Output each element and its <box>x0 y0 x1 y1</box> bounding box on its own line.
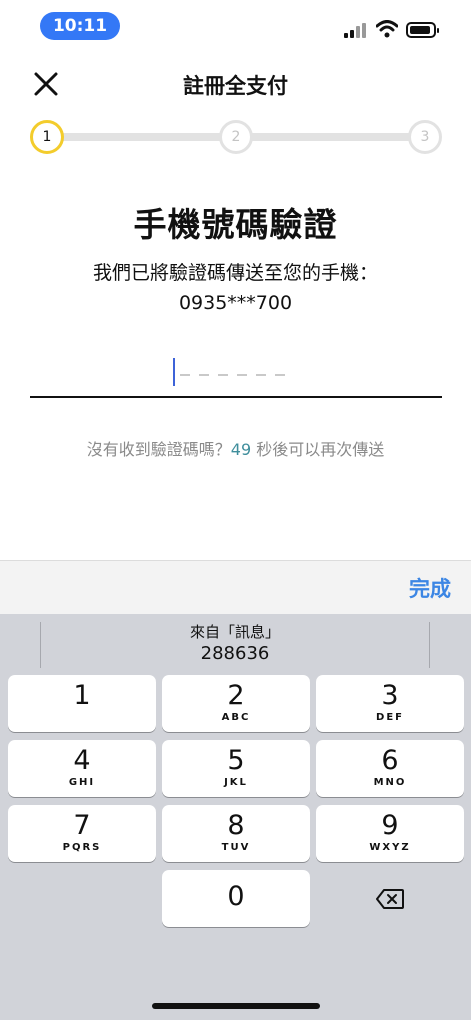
delete-key[interactable] <box>316 870 464 927</box>
header: 註冊全支付 <box>0 60 471 104</box>
step-2: 2 <box>219 120 253 154</box>
suggestion-source: 來自「訊息」 <box>189 623 280 641</box>
resend-suffix: 秒後可以再次傳送 <box>251 440 385 459</box>
keyboard-toolbar: 完成 <box>0 560 471 614</box>
key-digit: 8 <box>227 810 245 841</box>
status-bar: 10:11 <box>0 0 471 54</box>
key-letters: MNO <box>373 777 407 788</box>
step-3: 3 <box>408 120 442 154</box>
numeric-keyboard: 來自「訊息」 288636 1 2 ABC 3 DEF 4 GHI 5 JKL … <box>0 614 471 1020</box>
key-letters: GHI <box>68 777 96 788</box>
key-9[interactable]: 9 WXYZ <box>316 805 464 862</box>
resend-countdown: 49 <box>230 440 252 459</box>
suggestion-code: 288636 <box>200 643 270 664</box>
battery-icon <box>406 22 439 38</box>
key-letters: TUV <box>221 842 251 853</box>
key-letters: WXYZ <box>369 842 411 853</box>
key-2[interactable]: 2 ABC <box>162 675 310 732</box>
key-digit: 6 <box>381 745 399 776</box>
key-5[interactable]: 5 JKL <box>162 740 310 797</box>
key-digit: 4 <box>73 745 91 776</box>
key-0[interactable]: 0 <box>162 870 310 927</box>
main-heading: 手機號碼驗證 <box>133 205 338 244</box>
key-3[interactable]: 3 DEF <box>316 675 464 732</box>
description-text: 我們已將驗證碼傳送至您的手機： <box>92 262 378 284</box>
key-digit: 5 <box>227 745 245 776</box>
done-button[interactable]: 完成 <box>409 573 451 603</box>
key-7[interactable]: 7 PQRS <box>8 805 156 862</box>
progress-stepper: 1 2 3 <box>30 120 442 154</box>
cellular-signal-icon <box>344 22 368 38</box>
key-4[interactable]: 4 GHI <box>8 740 156 797</box>
key-letters: PQRS <box>62 842 102 853</box>
resend-hint: 沒有收到驗證碼嗎？49 秒後可以再次傳送 <box>0 436 471 460</box>
masked-phone-number: 0935***700 <box>178 292 293 314</box>
key-digit: 9 <box>381 810 399 841</box>
key-digit: 1 <box>73 680 91 711</box>
resend-prefix: 沒有收到驗證碼嗎？ <box>86 440 231 459</box>
key-letters: JKL <box>224 777 248 788</box>
verification-code-field[interactable] <box>30 352 442 398</box>
verification-description: 我們已將驗證碼傳送至您的手機： 0935***700 <box>0 258 471 318</box>
key-8[interactable]: 8 TUV <box>162 805 310 862</box>
home-indicator[interactable] <box>152 1003 320 1009</box>
status-time: 10:11 <box>40 12 120 40</box>
step-1: 1 <box>30 120 64 154</box>
wifi-icon <box>376 20 398 38</box>
key-1[interactable]: 1 <box>8 675 156 732</box>
key-letters: ABC <box>221 712 251 723</box>
key-digit: 2 <box>227 680 245 711</box>
verification-code-input[interactable] <box>30 352 442 396</box>
backspace-icon <box>376 888 404 909</box>
key-letters: DEF <box>376 712 404 723</box>
key-digit: 7 <box>73 810 91 841</box>
key-digit: 0 <box>227 881 245 912</box>
key-digit: 3 <box>381 680 399 711</box>
page-title: 註冊全支付 <box>183 74 288 98</box>
key-6[interactable]: 6 MNO <box>316 740 464 797</box>
otp-autofill-suggestion[interactable]: 來自「訊息」 288636 <box>40 622 430 668</box>
